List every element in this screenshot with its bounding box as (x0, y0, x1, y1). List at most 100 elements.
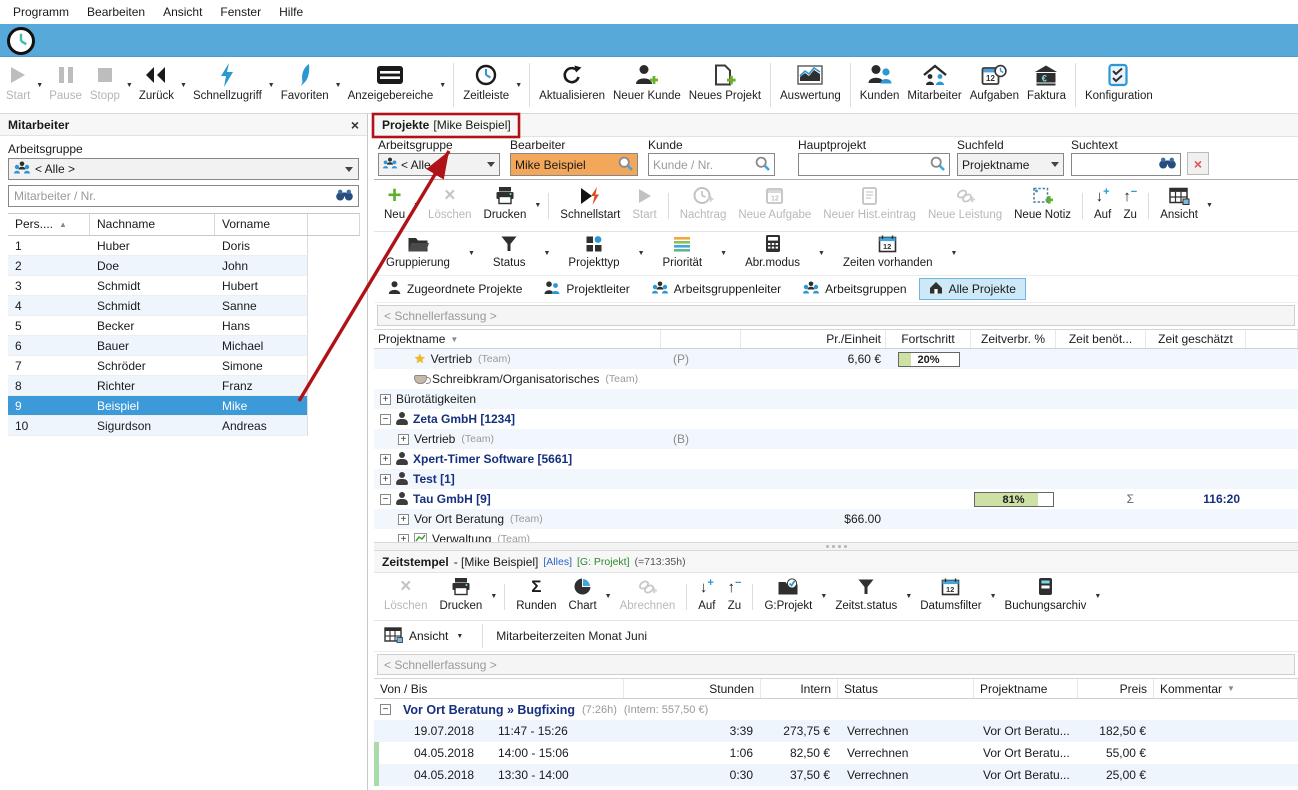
tab-arbeitsgruppen[interactable]: Arbeitsgruppen (793, 278, 916, 300)
mitarbeiter-row-10[interactable]: 10SigurdsonAndreas (8, 416, 308, 436)
start-project-button[interactable]: Start (626, 183, 662, 229)
project-row[interactable]: −Tau GmbH [9]81%Σ116:20 (374, 489, 1298, 509)
ts-drucken-caret-icon[interactable]: ▼ (490, 593, 497, 600)
gruppierung-button[interactable]: Gruppierung (380, 231, 456, 277)
zurueck-caret-icon[interactable]: ▼ (180, 82, 187, 89)
horizontal-splitter[interactable] (374, 542, 1298, 551)
stopp-button[interactable]: Stopp (86, 60, 124, 110)
bearbeiter-input[interactable]: Mike Beispiel (510, 153, 638, 176)
col-intern[interactable]: Intern (761, 679, 838, 698)
project-row[interactable]: Schreibkram/Organisatorisches(Team) (374, 369, 1298, 389)
neu-button[interactable]: +Neu (378, 183, 411, 229)
pause-button[interactable]: Pause (45, 60, 86, 110)
suchtext-input[interactable] (1071, 153, 1181, 176)
arbeitsgruppe-select[interactable]: < Alle > (8, 158, 359, 180)
zeitst-status-button[interactable]: Zeitst.status (829, 574, 903, 620)
close-icon[interactable]: × (351, 117, 359, 133)
abrmodus-caret-icon[interactable]: ▼ (818, 250, 825, 257)
kunden-button[interactable]: Kunden (856, 60, 904, 110)
menu-fenster[interactable]: Fenster (211, 2, 270, 22)
tab-zugeordnete-projekte[interactable]: Zugeordnete Projekte (378, 278, 532, 300)
buchungsarchiv-button[interactable]: Buchungsarchiv (999, 574, 1093, 620)
col-pers[interactable]: Pers....▲ (8, 214, 90, 235)
ts-zu-button[interactable]: ↑−Zu (722, 574, 748, 620)
mitarbeiter-row-7[interactable]: 7SchröderSimone (8, 356, 308, 376)
schnellstart-button[interactable]: Schnellstart (554, 183, 626, 229)
schnellzugriff-caret-icon[interactable]: ▼ (268, 82, 275, 89)
zeitleiste-button[interactable]: Zeitleiste (459, 60, 513, 110)
datumsfilter-button[interactable]: 12Datumsfilter (914, 574, 987, 620)
zurueck-button[interactable]: Zurück (135, 60, 178, 110)
favoriten-caret-icon[interactable]: ▼ (335, 82, 342, 89)
schnellzugriff-button[interactable]: Schnellzugriff (189, 60, 266, 110)
runden-button[interactable]: ΣRunden (510, 574, 562, 620)
col-zeit-benoetigt[interactable]: Zeit benöt... (1056, 330, 1146, 348)
project-row[interactable]: +Vertrieb(Team)(B) (374, 429, 1298, 449)
zeitleiste-caret-icon[interactable]: ▼ (515, 82, 522, 89)
timestamp-group-row[interactable]: −Vor Ort Beratung » Bugfixing(7:26h)(Int… (374, 699, 1298, 720)
mitarbeiter-search-input[interactable]: Mitarbeiter / Nr. (8, 185, 359, 207)
zeitst-status-caret-icon[interactable]: ▼ (905, 593, 912, 600)
abrmodus-button[interactable]: Abr.modus (739, 231, 806, 277)
mitarbeiter-row-1[interactable]: 1HuberDoris (8, 236, 308, 256)
menu-programm[interactable]: Programm (4, 2, 78, 22)
ts-auf-button[interactable]: ↓+Auf (692, 574, 721, 620)
neuer-kunde-button[interactable]: Neuer Kunde (609, 60, 685, 110)
auswertung-button[interactable]: Auswertung (776, 60, 845, 110)
menu-bearbeiten[interactable]: Bearbeiten (78, 2, 154, 22)
neue-leistung-button[interactable]: Neue Leistung (922, 183, 1008, 229)
col-vorname[interactable]: Vorname (215, 214, 308, 235)
ts-loeschen-button[interactable]: ×Löschen (378, 574, 433, 620)
col-type[interactable] (661, 330, 741, 348)
start-button[interactable]: Start (2, 60, 34, 110)
gprojekt-button[interactable]: G:Projekt (758, 574, 818, 620)
status-caret-icon[interactable]: ▼ (543, 250, 550, 257)
mitarbeiter-row-3[interactable]: 3SchmidtHubert (8, 276, 308, 296)
drucken-caret-icon[interactable]: ▼ (534, 202, 541, 209)
mitarbeiter-row-6[interactable]: 6BauerMichael (8, 336, 308, 356)
hauptprojekt-input[interactable] (798, 153, 950, 176)
start-caret-icon[interactable]: ▼ (36, 82, 43, 89)
datumsfilter-caret-icon[interactable]: ▼ (990, 593, 997, 600)
ts-drucken-button[interactable]: Drucken (433, 574, 488, 620)
col-fortschritt[interactable]: Fortschritt (886, 330, 971, 348)
timestamp-row[interactable]: 04.05.201814:00 - 15:061:0682,50 €Verrec… (374, 742, 1298, 764)
col-von-bis[interactable]: Von / Bis (374, 679, 624, 698)
neu-caret-icon[interactable]: ▼ (413, 202, 420, 209)
project-row[interactable]: ★Vertrieb(Team)(P)6,60 €20% (374, 349, 1298, 369)
tab-arbeitsgruppenleiter[interactable]: Arbeitsgruppenleiter (642, 278, 791, 300)
anzeigebereiche-button[interactable]: Anzeigebereiche (344, 60, 438, 110)
prioritaet-button[interactable]: Priorität (657, 231, 709, 277)
mitarbeiter-row-5[interactable]: 5BeckerHans (8, 316, 308, 336)
col-status[interactable]: Status (838, 679, 974, 698)
abrechnen-button[interactable]: Abrechnen (614, 574, 682, 620)
binoculars-icon[interactable] (336, 189, 353, 204)
zeiten-vorhanden-button[interactable]: 12Zeiten vorhanden (837, 231, 939, 277)
zeiten-caret-icon[interactable]: ▼ (951, 250, 958, 257)
collapse-icon[interactable]: − (380, 704, 391, 715)
neues-projekt-button[interactable]: Neues Projekt (685, 60, 765, 110)
project-row[interactable]: +Xpert-Timer Software [5661] (374, 449, 1298, 469)
magnifier-icon[interactable] (930, 156, 945, 174)
col-kommentar[interactable]: Kommentar▼ (1154, 679, 1298, 698)
col-nachname[interactable]: Nachname (90, 214, 215, 235)
menu-hilfe[interactable]: Hilfe (270, 2, 312, 22)
clear-filter-button[interactable]: × (1187, 152, 1209, 175)
menu-ansicht[interactable]: Ansicht (154, 2, 211, 22)
konfiguration-button[interactable]: Konfiguration (1081, 60, 1157, 110)
ansicht-caret-icon[interactable]: ▼ (1206, 202, 1213, 209)
expand-icon[interactable]: + (380, 454, 391, 465)
project-row[interactable]: +Test [1] (374, 469, 1298, 489)
timestamp-row[interactable]: 19.07.201811:47 - 15:263:39273,75 €Verre… (374, 720, 1298, 742)
collapse-icon[interactable]: − (380, 494, 391, 505)
loeschen-button[interactable]: ×Löschen (422, 183, 477, 229)
mitarbeiter-row-4[interactable]: 4SchmidtSanne (8, 296, 308, 316)
stopp-caret-icon[interactable]: ▼ (126, 82, 133, 89)
aufgaben-button[interactable]: 12Aufgaben (966, 60, 1023, 110)
gruppierung-caret-icon[interactable]: ▼ (468, 250, 475, 257)
project-row[interactable]: +Vor Ort Beratung(Team)$66.00 (374, 509, 1298, 529)
expand-icon[interactable]: + (398, 434, 409, 445)
col-zeit-geschaetzt[interactable]: Zeit geschätzt (1146, 330, 1246, 348)
magnifier-icon[interactable] (618, 156, 633, 174)
expand-icon[interactable]: + (380, 394, 391, 405)
